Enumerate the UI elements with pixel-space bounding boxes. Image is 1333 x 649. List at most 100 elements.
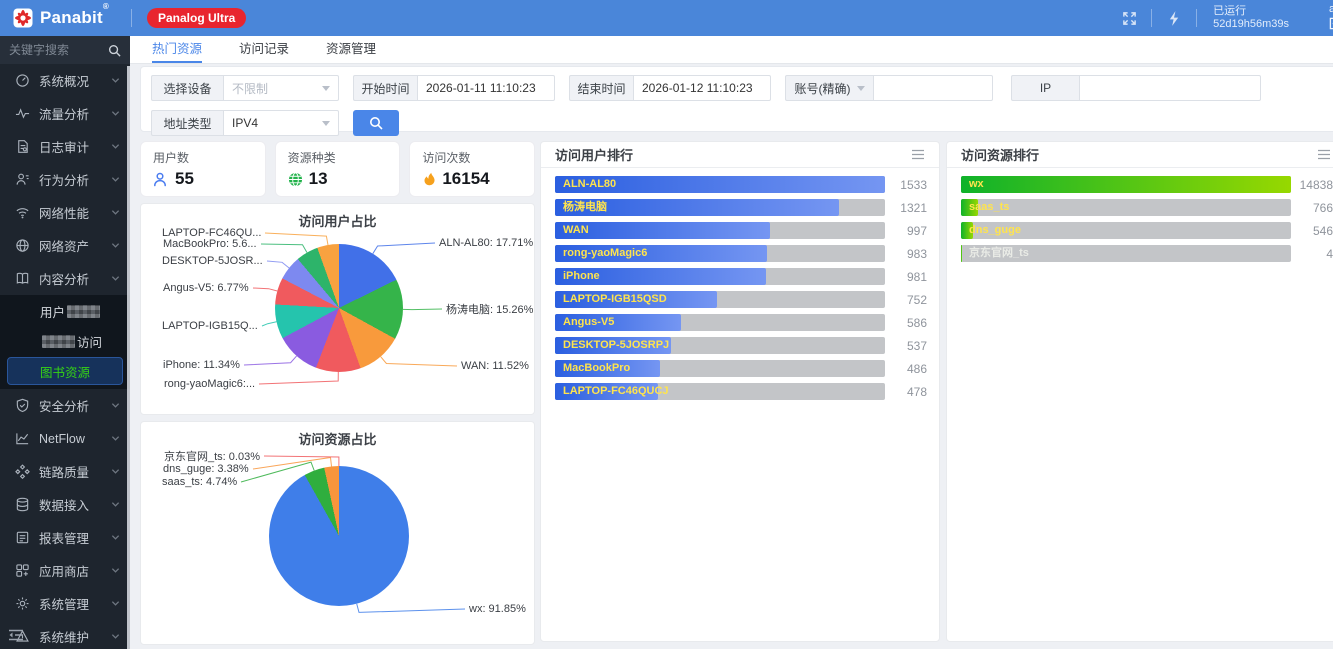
sidebar-item-label: 网络资产 (39, 236, 89, 255)
subitem-label: 访问 (77, 332, 102, 351)
book-icon (15, 271, 30, 286)
chevron-down-icon (111, 142, 120, 151)
bar-label: LAPTOP-FC46QUCJ (563, 383, 669, 400)
bar-label: iPhone (563, 268, 600, 285)
audit-log-icon (15, 139, 30, 154)
bar-row-ALN-AL80: ALN-AL801533 (555, 176, 927, 193)
stat-label: 访问次数 (422, 149, 522, 166)
sidebar-item-label: 报表管理 (39, 528, 89, 547)
sidebar-item-网络性能[interactable]: 网络性能 (0, 196, 130, 229)
sidebar-item-数据接入[interactable]: 数据接入 (0, 488, 130, 521)
sidebar-item-系统管理[interactable]: 系统管理 (0, 587, 130, 620)
gauge-icon (15, 73, 30, 88)
chart-menu-icon[interactable] (1317, 149, 1331, 160)
user-pie-chart (275, 244, 403, 372)
start-time-input[interactable] (417, 75, 555, 101)
bar-label: ALN-AL80 (563, 176, 616, 193)
header-divider (131, 9, 132, 27)
account-input[interactable] (873, 75, 993, 101)
gear-icon (15, 596, 30, 611)
bar-label: 杨涛电脑 (563, 199, 607, 216)
bar-label: saas_ts (969, 199, 1009, 216)
sidebar-subitem-用户[interactable]: 用户 (0, 296, 130, 326)
user-pie-panel: 访问用户占比ALN-AL80: 17.71%杨涛电脑: 15.26%WAN: 1… (140, 203, 535, 415)
link-quality-icon (15, 464, 30, 479)
sidebar-item-label: 行为分析 (39, 170, 89, 189)
stat-card-resources: 资源种类 13 (275, 141, 401, 197)
bar-track: DESKTOP-5JOSRPJ (555, 337, 885, 354)
user-box: adm (1303, 3, 1333, 34)
header-right: 已运行 52d19h56m39s adm (1107, 0, 1333, 36)
sidebar-item-链路质量[interactable]: 链路质量 (0, 455, 130, 488)
bar-track: WAN (555, 222, 885, 239)
resource-bar-title: 访问资源排行 (961, 145, 1039, 164)
resource-pie-title: 访问资源占比 (141, 429, 534, 448)
bar-track: Angus-V5 (555, 314, 885, 331)
sidebar-subitem-访问[interactable]: 访问 (0, 326, 130, 356)
uptime: 已运行 52d19h56m39s (1197, 5, 1303, 31)
bar-track: 杨涛电脑 (555, 199, 885, 216)
bar-row-saas_ts: saas_ts766 (961, 199, 1333, 216)
sidebar-item-安全分析[interactable]: 安全分析 (0, 389, 130, 422)
chevron-down-icon (111, 175, 120, 184)
ip-input[interactable] (1079, 75, 1261, 101)
end-time-group: 结束时间 (569, 75, 771, 101)
bar-row-LAPTOP-FC46QUCJ: LAPTOP-FC46QUCJ478 (555, 383, 927, 400)
resource-bar-rows: wx14838saas_ts766dns_guge546京东官网_ts4 (947, 168, 1333, 262)
sidebar-item-日志审计[interactable]: 日志审计 (0, 130, 130, 163)
ip-group: IP (1011, 75, 1261, 101)
stat-value: 13 (309, 169, 328, 189)
tab-访问记录[interactable]: 访问记录 (239, 36, 289, 63)
brand-name: Panabit® (40, 8, 109, 28)
sidebar-item-系统概况[interactable]: 系统概况 (0, 64, 130, 97)
chevron-down-icon (111, 434, 120, 443)
bar-value: 1321 (891, 201, 927, 215)
search-icon[interactable] (108, 44, 121, 57)
filter-row-2: 地址类型 IPV4 (151, 110, 1329, 136)
sidebar-item-行为分析[interactable]: 行为分析 (0, 163, 130, 196)
sidebar-item-应用商店[interactable]: 应用商店 (0, 554, 130, 587)
sidebar-item-报表管理[interactable]: 报表管理 (0, 521, 130, 554)
lightning-icon[interactable] (1152, 11, 1196, 26)
sidebar-item-label: 流量分析 (39, 104, 89, 123)
brand: Panabit® (0, 8, 131, 28)
bar-row-WAN: WAN997 (555, 222, 927, 239)
user-pie-label-DESKTOP-5JOSRPJ: DESKTOP-5JOSR... (162, 255, 263, 267)
account-mode-select[interactable]: 账号(精确) (785, 75, 873, 101)
bar-value: 981 (891, 270, 927, 284)
sidebar-subitem-图书资源[interactable]: 图书资源 (7, 357, 123, 385)
collapse-sidebar-icon[interactable] (8, 628, 24, 646)
search-button[interactable] (353, 110, 399, 136)
content-analysis-submenu: 用户访问图书资源 (0, 295, 130, 389)
sidebar-item-内容分析[interactable]: 内容分析 (0, 262, 130, 295)
chevron-down-icon (111, 566, 120, 575)
device-select[interactable]: 不限制 (223, 75, 339, 101)
keyword-search-input[interactable] (9, 43, 108, 57)
sidebar-item-网络资产[interactable]: 网络资产 (0, 229, 130, 262)
sidebar-item-NetFlow[interactable]: NetFlow (0, 422, 130, 455)
sidebar-item-label: 链路质量 (39, 462, 89, 481)
bar-track: LAPTOP-IGB15QSD (555, 291, 885, 308)
logout-icon[interactable] (1329, 17, 1333, 30)
stat-card-visits: 访问次数 16154 (409, 141, 535, 197)
fullscreen-icon[interactable] (1107, 11, 1151, 26)
sidebar-item-label: 安全分析 (39, 396, 89, 415)
bar-row-杨涛电脑: 杨涛电脑 1321 (555, 199, 927, 216)
sidebar-item-流量分析[interactable]: 流量分析 (0, 97, 130, 130)
chart-menu-icon[interactable] (911, 149, 925, 160)
chevron-down-icon (111, 599, 120, 608)
bar-fill (961, 176, 1291, 193)
end-time-input[interactable] (633, 75, 771, 101)
address-type-select[interactable]: IPV4 (223, 110, 339, 136)
tab-资源管理[interactable]: 资源管理 (326, 36, 376, 63)
tab-bar: 热门资源 访问记录 资源管理 (130, 36, 1333, 64)
filter-panel: 选择设备 不限制 开始时间 结束时间 账号(精确) IP 地址类型 (140, 66, 1333, 132)
user-bar-title: 访问用户排行 (555, 145, 633, 164)
page: Panabit® Panalog Ultra 已运行 52d19h56m39s … (0, 0, 1333, 649)
bar-fill (961, 245, 962, 262)
chevron-down-icon (111, 500, 120, 509)
stat-value: 16154 (442, 169, 489, 189)
tab-热门资源[interactable]: 热门资源 (152, 36, 202, 63)
bar-row-Angus-V5: Angus-V5586 (555, 314, 927, 331)
sidebar-scrollbar[interactable] (127, 66, 130, 649)
